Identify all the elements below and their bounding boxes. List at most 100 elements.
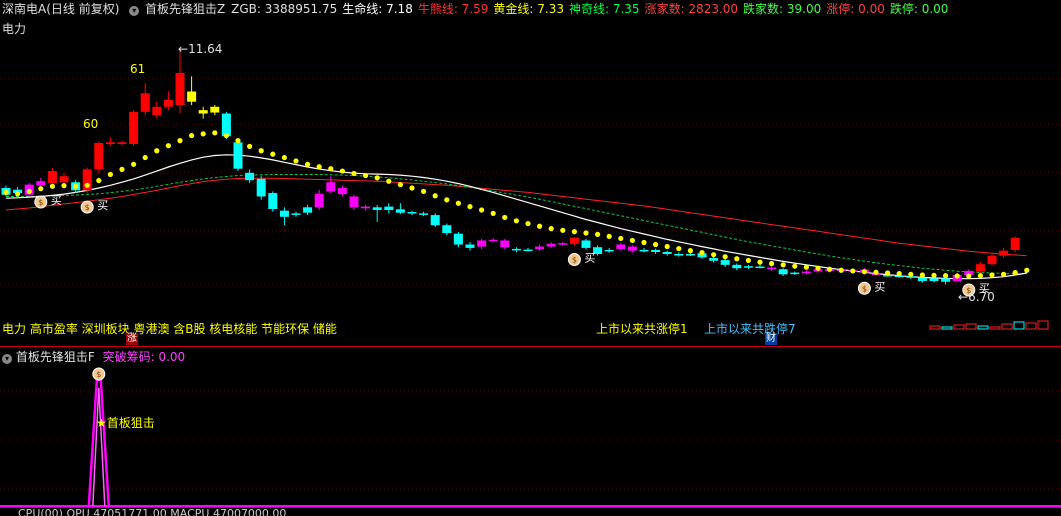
- candle-body-68: [790, 272, 800, 275]
- golden-dot-52: [606, 233, 612, 239]
- candle-body-43: [500, 240, 510, 248]
- candle-body-24: [279, 210, 289, 217]
- buy-label-0: 买: [51, 194, 62, 207]
- golden-dot-32: [374, 175, 380, 181]
- star-icon: ★: [96, 416, 107, 430]
- bottom-panel-cut-text: CPU(00) OPU 47051771.00 MACPU 47007000.0…: [18, 508, 287, 516]
- golden-dot-12: [142, 154, 148, 161]
- candle-body-58: [674, 254, 684, 256]
- golden-dot-23: [270, 151, 276, 157]
- golden-dot-5: [61, 183, 67, 189]
- golden-dot-66: [769, 260, 775, 267]
- candle-body-52: [604, 249, 614, 252]
- golden-dot-59: [687, 248, 694, 254]
- golden-dot-65: [757, 259, 763, 265]
- golden-dot-29: [339, 168, 345, 174]
- buy-label-3: 买: [874, 280, 885, 293]
- high-price-label: ←11.64: [178, 42, 223, 56]
- golden-dot-20: [235, 138, 241, 144]
- settings-circle-icon[interactable]: ▾: [129, 6, 140, 16]
- mini-bar-4: [977, 325, 989, 330]
- sector-label: 电力: [2, 22, 27, 36]
- golden-dot-86: [1001, 271, 1007, 277]
- golden-dot-82: [954, 273, 960, 279]
- golden-dot-37: [432, 193, 438, 199]
- money-bag-glyph-2: $: [572, 256, 577, 265]
- golden-dot-56: [653, 241, 659, 248]
- candle-body-5: [59, 176, 69, 183]
- candle-body-22: [256, 178, 266, 197]
- sub-panel-title[interactable]: 首板先锋狙击F: [16, 350, 95, 364]
- candle-body-65: [755, 266, 765, 269]
- golden-dot-62: [722, 254, 728, 260]
- golden-dot-34: [397, 182, 403, 188]
- golden-dot-60: [699, 250, 705, 256]
- sub-settings-circle-icon[interactable]: ▾: [2, 354, 12, 364]
- sub-panel-header: ▾ 首板先锋狙击F 突破筹码: 0.00: [2, 348, 185, 365]
- golden-dot-73: [850, 268, 856, 274]
- candle-body-56: [651, 249, 661, 252]
- signal-label: ★首板狙击: [96, 414, 155, 431]
- header-value-0: ZGB: 3388951.75: [231, 2, 338, 16]
- candle-body-80: [929, 278, 939, 282]
- golden-dot-78: [908, 271, 914, 277]
- candle-body-61: [709, 258, 719, 261]
- golden-dot-26: [305, 161, 311, 167]
- golden-dot-1: [15, 191, 21, 197]
- golden-dot-50: [583, 230, 589, 236]
- header-value-8: 跌停: 0.00: [889, 2, 949, 16]
- golden-dot-64: [745, 257, 752, 264]
- golden-dot-10: [119, 166, 125, 172]
- golden-dot-72: [838, 267, 844, 273]
- golden-dot-35: [409, 185, 415, 191]
- candle-body-85: [987, 255, 997, 265]
- candle-body-28: [326, 182, 336, 192]
- golden-dot-24: [281, 154, 287, 161]
- candle-body-29: [337, 188, 347, 195]
- golden-dot-87: [1012, 270, 1018, 276]
- candle-body-67: [778, 269, 788, 275]
- indicator-title[interactable]: 首板先锋狙击Z: [145, 2, 225, 16]
- high-price-value: 11.64: [188, 42, 223, 56]
- candle-body-15: [175, 72, 185, 106]
- bull-bear-line: [5, 177, 1027, 257]
- golden-dot-68: [792, 263, 798, 269]
- golden-dot-2: [26, 188, 32, 194]
- candle-body-36: [419, 213, 429, 215]
- header-value-3: 黄金线: 7.33: [493, 2, 564, 16]
- mini-bar-0: [929, 325, 941, 330]
- golden-dot-40: [467, 204, 473, 210]
- candle-body-25: [291, 213, 301, 215]
- golden-dot-13: [154, 148, 160, 154]
- stock-name[interactable]: 深南电A(日线 前复权): [2, 2, 119, 16]
- golden-dot-63: [734, 256, 740, 262]
- mini-bar-1: [941, 326, 953, 330]
- mini-bar-9: [1037, 320, 1049, 330]
- candle-body-27: [314, 193, 324, 208]
- golden-dot-58: [676, 245, 682, 252]
- golden-dot-51: [595, 231, 601, 237]
- golden-dot-61: [711, 252, 717, 258]
- golden-dot-84: [977, 273, 984, 279]
- candle-body-32: [372, 207, 382, 210]
- golden-dot-54: [629, 237, 636, 244]
- golden-dot-47: [548, 226, 554, 232]
- golden-dot-36: [421, 188, 427, 194]
- candle-body-11: [129, 111, 139, 144]
- low-price-value: 6.70: [968, 290, 995, 304]
- header-value-4: 神奇线: 7.35: [568, 2, 640, 16]
- candle-body-31: [361, 206, 371, 209]
- golden-dot-9: [107, 171, 113, 178]
- breakthrough-label: 突破筹码:: [102, 350, 155, 364]
- golden-dot-31: [363, 172, 369, 179]
- candle-body-66: [767, 267, 777, 270]
- golden-dot-16: [189, 132, 195, 139]
- concept-tags: 电力 高市盈率 深圳板块 粤港澳 含B股 核电核能 节能环保 储能: [2, 322, 337, 336]
- low-price-label: ←6.70: [958, 290, 995, 304]
- finance-badge[interactable]: 财: [765, 333, 777, 345]
- golden-dot-76: [885, 270, 891, 276]
- candle-body-87: [1010, 237, 1020, 250]
- golden-dot-28: [328, 166, 334, 172]
- signal-text: 首板狙击: [106, 416, 155, 430]
- header-bar: 深南电A(日线 前复权) ▾ 首板先锋狙击Z ZGB: 3388951.75 生命…: [2, 1, 959, 17]
